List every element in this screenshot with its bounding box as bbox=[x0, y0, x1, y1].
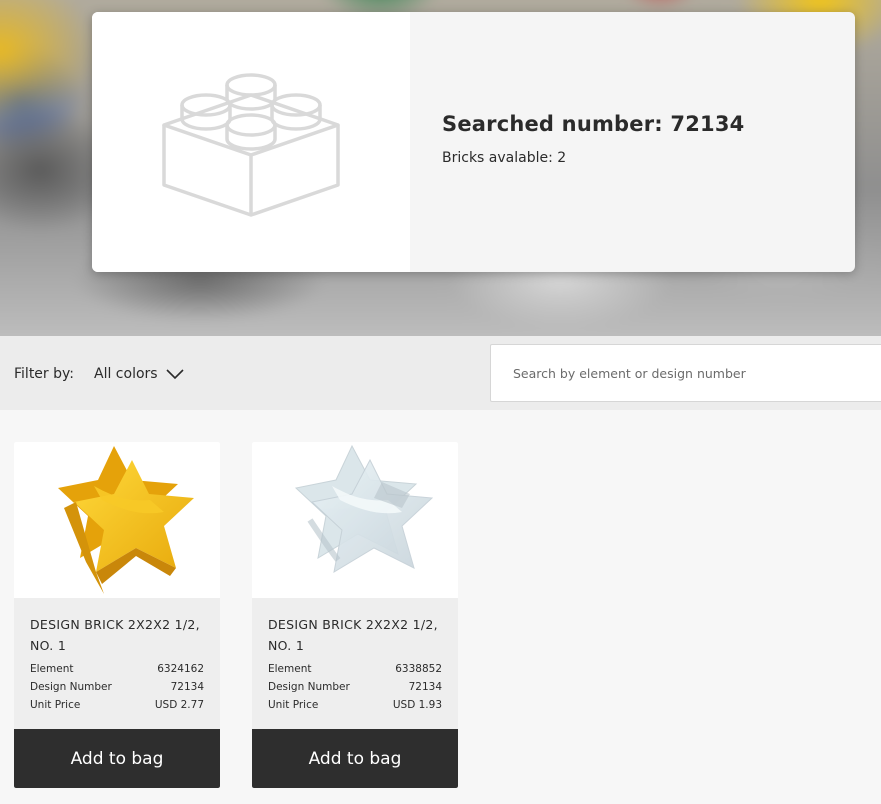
search-result-card: Searched number: 72134 Bricks avalable: … bbox=[92, 12, 855, 272]
product-name: DESIGN BRICK 2X2X2 1/2, NO. 1 bbox=[268, 617, 438, 653]
design-number-row: Design Number 72134 bbox=[30, 678, 204, 696]
filter-label: Filter by: bbox=[14, 366, 74, 382]
element-label: Element bbox=[30, 663, 74, 675]
search-result-info: Searched number: 72134 Bricks avalable: … bbox=[410, 12, 855, 272]
design-number-value: 72134 bbox=[170, 681, 204, 693]
add-to-bag-button[interactable]: Add to bag bbox=[14, 729, 220, 788]
bricks-available-text: Bricks avalable: 2 bbox=[442, 150, 567, 166]
yellow-star-brick-image bbox=[58, 446, 194, 594]
product-details: DESIGN BRICK 2X2X2 1/2, NO. 1 Element 63… bbox=[14, 598, 220, 729]
hero-banner: Searched number: 72134 Bricks avalable: … bbox=[0, 0, 881, 336]
product-name: DESIGN BRICK 2X2X2 1/2, NO. 1 bbox=[30, 617, 200, 653]
element-row: Element 6324162 bbox=[30, 660, 204, 678]
element-value: 6338852 bbox=[395, 663, 442, 675]
brick-placeholder-icon bbox=[162, 73, 340, 217]
chevron-down-icon bbox=[166, 369, 184, 380]
product-details: DESIGN BRICK 2X2X2 1/2, NO. 1 Element 63… bbox=[252, 598, 458, 729]
unit-price-value: USD 2.77 bbox=[154, 699, 204, 711]
brick-image-pane bbox=[92, 12, 410, 272]
product-card[interactable]: DESIGN BRICK 2X2X2 1/2, NO. 1 Element 63… bbox=[14, 442, 220, 788]
design-number-label: Design Number bbox=[30, 681, 112, 693]
filter-bar: Filter by: All colors bbox=[0, 336, 881, 410]
color-filter-value: All colors bbox=[94, 366, 158, 382]
element-label: Element bbox=[268, 663, 312, 675]
add-to-bag-button[interactable]: Add to bag bbox=[252, 729, 458, 788]
unit-price-row: Unit Price USD 2.77 bbox=[30, 696, 204, 714]
product-image bbox=[252, 442, 458, 598]
product-image bbox=[14, 442, 220, 598]
unit-price-label: Unit Price bbox=[268, 699, 319, 711]
search-input[interactable] bbox=[491, 345, 881, 401]
unit-price-label: Unit Price bbox=[30, 699, 81, 711]
unit-price-value: USD 1.93 bbox=[392, 699, 442, 711]
element-row: Element 6338852 bbox=[268, 660, 442, 678]
element-value: 6324162 bbox=[157, 663, 204, 675]
search-box bbox=[490, 344, 881, 402]
unit-price-row: Unit Price USD 1.93 bbox=[268, 696, 442, 714]
design-number-value: 72134 bbox=[408, 681, 442, 693]
transparent-star-brick-image bbox=[294, 444, 434, 574]
color-filter-dropdown[interactable]: All colors bbox=[94, 364, 184, 384]
product-card[interactable]: DESIGN BRICK 2X2X2 1/2, NO. 1 Element 63… bbox=[252, 442, 458, 788]
design-number-label: Design Number bbox=[268, 681, 350, 693]
searched-number-title: Searched number: 72134 bbox=[442, 112, 745, 136]
design-number-row: Design Number 72134 bbox=[268, 678, 442, 696]
